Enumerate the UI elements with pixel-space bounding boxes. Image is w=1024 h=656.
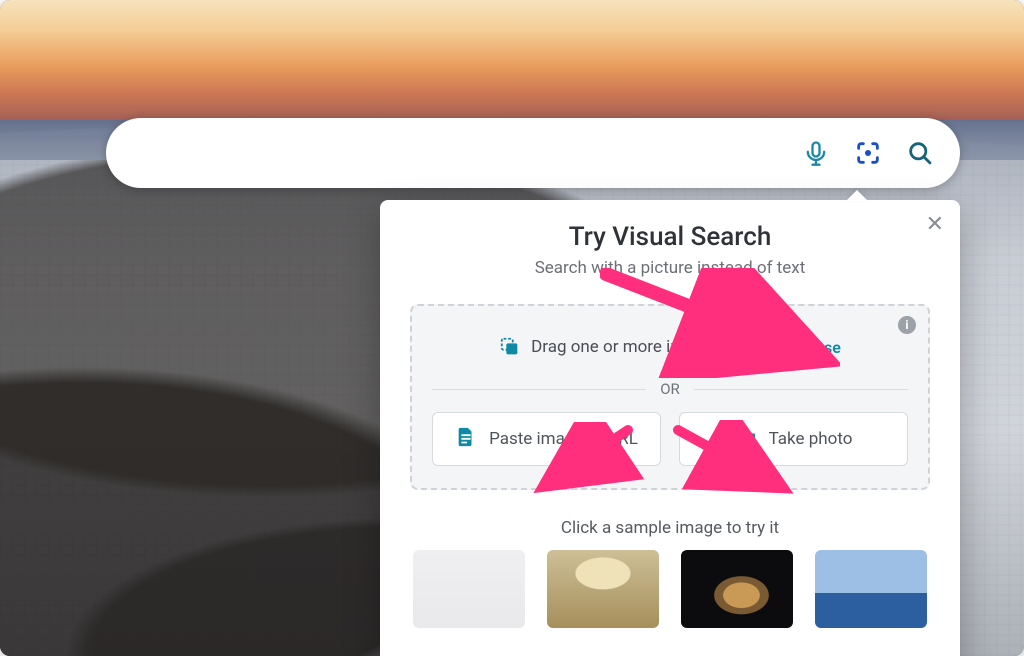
browse-link[interactable]: browse xyxy=(789,338,841,357)
or-label: OR xyxy=(660,380,680,398)
drag-row: Drag one or more images here or browse xyxy=(432,324,908,364)
sample-image[interactable] xyxy=(815,550,927,628)
close-icon[interactable]: ✕ xyxy=(926,214,944,236)
drag-text: Drag one or more images here or xyxy=(531,337,779,357)
samples-title: Click a sample image to try it xyxy=(410,518,930,538)
search-icon[interactable] xyxy=(902,135,938,171)
paste-image-button[interactable]: Paste image or URL xyxy=(432,412,661,466)
search-input[interactable] xyxy=(136,142,782,165)
sample-image[interactable] xyxy=(413,550,525,628)
document-icon xyxy=(455,426,477,453)
take-photo-button[interactable]: Take photo xyxy=(679,412,908,466)
microphone-icon[interactable] xyxy=(798,135,834,171)
images-icon xyxy=(499,336,521,358)
camera-icon xyxy=(735,426,757,453)
panel-subtitle: Search with a picture instead of text xyxy=(410,258,930,278)
image-dropzone[interactable]: i Drag one or more images here or browse… xyxy=(410,304,930,490)
sample-image[interactable] xyxy=(681,550,793,628)
visual-search-icon[interactable] xyxy=(850,135,886,171)
panel-title: Try Visual Search xyxy=(410,222,930,252)
search-bar xyxy=(106,118,960,188)
info-icon[interactable]: i xyxy=(898,316,916,334)
visual-search-panel: ✕ Try Visual Search Search with a pictur… xyxy=(380,200,960,656)
app-stage: ✕ Try Visual Search Search with a pictur… xyxy=(0,0,1024,656)
sample-images xyxy=(410,550,930,636)
sample-image[interactable] xyxy=(547,550,659,628)
or-separator: OR xyxy=(432,380,908,398)
take-photo-label: Take photo xyxy=(769,429,853,449)
paste-image-label: Paste image or URL xyxy=(489,429,638,449)
